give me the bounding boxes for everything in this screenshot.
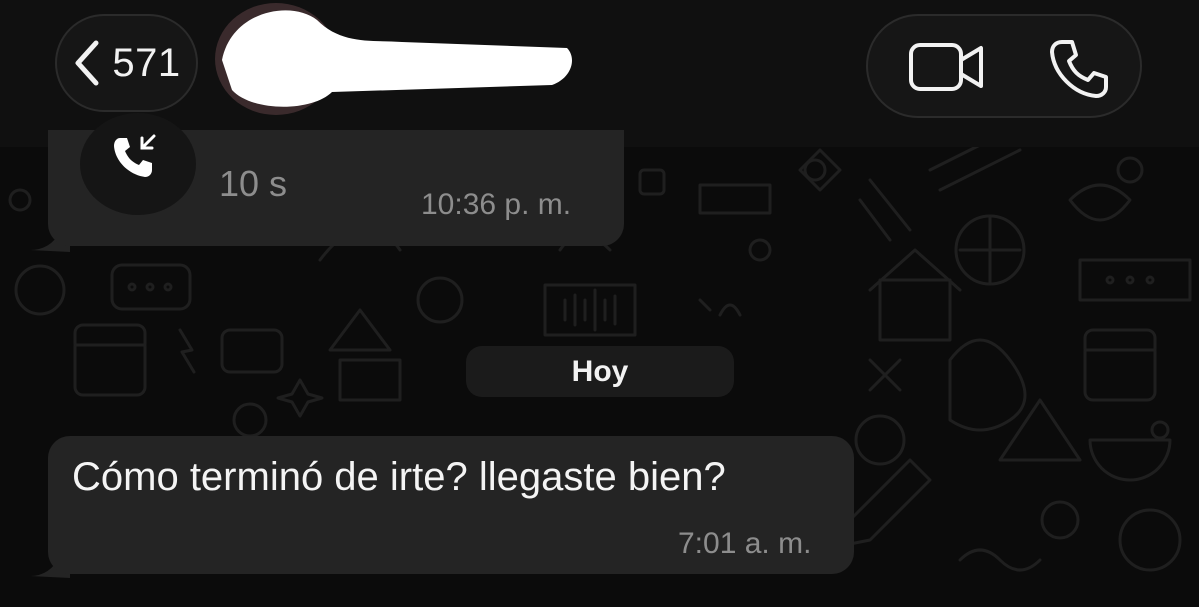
message-text: Cómo terminó de irte? llegaste bien?: [72, 455, 726, 499]
date-separator-label: Hoy: [571, 354, 629, 388]
incoming-call-icon: [114, 134, 156, 177]
message-timestamp: 7:01 a. m.: [678, 527, 812, 560]
unread-count: 571: [112, 40, 181, 85]
back-button[interactable]: 571: [55, 14, 198, 112]
call-actions: [866, 14, 1142, 118]
chat-header: 571: [0, 0, 1199, 147]
redaction-scribble: [222, 10, 572, 107]
video-camera-icon[interactable]: [908, 42, 984, 92]
chevron-left-icon: [75, 40, 99, 86]
call-duration: 10 s: [219, 163, 288, 204]
message-timestamp: 10:36 p. m.: [421, 188, 572, 221]
phone-icon[interactable]: [1048, 38, 1110, 100]
date-separator: Hoy: [466, 346, 734, 397]
